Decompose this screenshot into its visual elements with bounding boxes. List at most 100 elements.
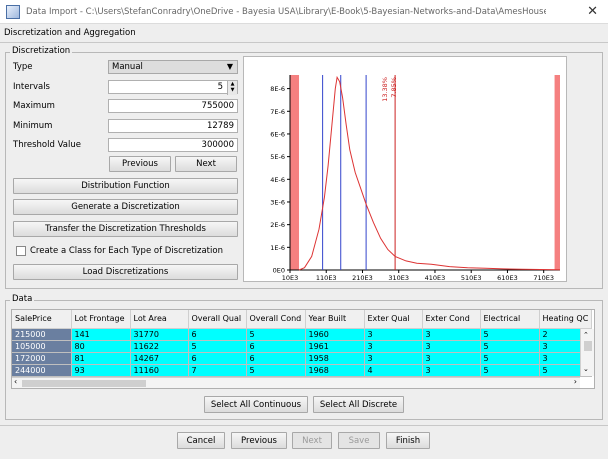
- density-curve: [298, 75, 561, 271]
- scroll-thumb[interactable]: [584, 341, 592, 351]
- table-cell[interactable]: 5: [480, 340, 540, 353]
- next-button[interactable]: Next: [292, 432, 332, 449]
- x-tick-label: 310E3: [388, 274, 409, 281]
- table-cell[interactable]: 1960: [305, 328, 365, 341]
- table-cell[interactable]: 6: [246, 340, 306, 353]
- y-tick-label: 4E-6: [270, 176, 285, 184]
- column-header[interactable]: Overall Cond: [246, 310, 306, 329]
- y-tick-label: 2E-6: [270, 221, 285, 229]
- table-cell[interactable]: 215000: [12, 328, 72, 341]
- scroll-left-icon[interactable]: ‹: [14, 377, 17, 386]
- minimum-field[interactable]: 12789: [108, 119, 238, 133]
- column-header[interactable]: Exter Qual: [364, 310, 423, 329]
- table-cell[interactable]: 3: [422, 340, 481, 353]
- table-cell[interactable]: 3: [422, 328, 481, 341]
- table-cell[interactable]: 1968: [305, 364, 365, 377]
- table-row[interactable]: 244000 93 11160 7 5 1968 4 3 5 5: [12, 364, 593, 377]
- table-row[interactable]: 172000 81 14267 6 6 1958 3 3 5 3: [12, 352, 593, 365]
- type-select-value: Manual: [112, 62, 143, 72]
- distribution-chart: 0E0 1E-6 2E-6 3E-6 4E-6 5E-6 6E-6 7E-6 8E-6 10E3 1…: [243, 56, 567, 282]
- column-header[interactable]: Exter Cond: [422, 310, 481, 329]
- table-cell[interactable]: 93: [71, 364, 131, 377]
- table-cell[interactable]: 5: [188, 340, 247, 353]
- table-cell[interactable]: 105000: [12, 340, 72, 353]
- column-header[interactable]: SalePrice: [12, 310, 72, 329]
- column-header[interactable]: Overall Qual: [188, 310, 247, 329]
- scroll-down-icon[interactable]: ⌄: [583, 365, 589, 373]
- threshold-field[interactable]: 300000: [108, 138, 238, 152]
- table-cell[interactable]: 11160: [130, 364, 189, 377]
- data-table: SalePrice Lot Frontage Lot Area Overall Qua…: [12, 310, 593, 377]
- page-subtitle: Discretization and Aggregation: [4, 28, 136, 38]
- table-cell[interactable]: 31770: [130, 328, 189, 341]
- distribution-function-button[interactable]: Distribution Function: [13, 178, 238, 194]
- table-cell[interactable]: 244000: [12, 364, 72, 377]
- column-header[interactable]: Heating QC: [539, 310, 593, 329]
- column-header[interactable]: Lot Area: [130, 310, 189, 329]
- table-cell[interactable]: 6: [188, 328, 247, 341]
- type-select[interactable]: Manual ▼: [108, 60, 238, 74]
- table-row[interactable]: 215000 141 31770 6 5 1960 3 3 5 2: [12, 328, 593, 341]
- scroll-right-icon[interactable]: ›: [574, 377, 577, 386]
- table-row[interactable]: 105000 80 11622 5 6 1961 3 3 5 3: [12, 340, 593, 353]
- column-header[interactable]: Year Built: [305, 310, 365, 329]
- table-cell[interactable]: 3: [422, 364, 481, 377]
- table-cell[interactable]: 81: [71, 352, 131, 365]
- generate-discretization-button[interactable]: Generate a Discretization: [13, 199, 238, 215]
- column-header[interactable]: Lot Frontage: [71, 310, 131, 329]
- maximum-field[interactable]: 755000: [108, 99, 238, 113]
- maximum-label: Maximum: [13, 101, 55, 111]
- save-button[interactable]: Save: [338, 432, 380, 449]
- next-threshold-button[interactable]: Next: [175, 156, 237, 172]
- table-horizontal-scrollbar[interactable]: ‹ ›: [12, 377, 580, 388]
- finish-button[interactable]: Finish: [386, 432, 430, 449]
- table-cell[interactable]: 11622: [130, 340, 189, 353]
- intervals-stepper[interactable]: 5 ▲ ▼: [108, 80, 238, 95]
- y-tick-label: 8E-6: [270, 85, 285, 93]
- x-tick-label: 610E3: [497, 274, 518, 281]
- x-tick-label: 10E3: [282, 274, 299, 281]
- previous-threshold-button[interactable]: Previous: [109, 156, 171, 172]
- table-cell[interactable]: 3: [364, 328, 423, 341]
- table-cell[interactable]: 172000: [12, 352, 72, 365]
- select-all-discrete-button[interactable]: Select All Discrete: [313, 396, 404, 413]
- excluded-range: [290, 75, 300, 270]
- select-all-continuous-button[interactable]: Select All Continuous: [204, 396, 308, 413]
- intervals-label: Intervals: [13, 82, 50, 92]
- table-cell[interactable]: 3: [422, 352, 481, 365]
- data-legend: Data: [10, 294, 35, 304]
- y-tick-label: 7E-6: [270, 108, 285, 116]
- transfer-thresholds-button[interactable]: Transfer the Discretization Thresholds: [13, 221, 238, 237]
- table-cell[interactable]: 4: [364, 364, 423, 377]
- table-cell[interactable]: 5: [480, 352, 540, 365]
- minimum-label: Minimum: [13, 121, 53, 131]
- table-cell[interactable]: 5: [480, 364, 540, 377]
- table-cell[interactable]: 5: [246, 364, 306, 377]
- table-cell[interactable]: 1961: [305, 340, 365, 353]
- previous-button[interactable]: Previous: [231, 432, 287, 449]
- spinner-arrows-icon[interactable]: ▲ ▼: [227, 81, 237, 95]
- table-cell[interactable]: 1958: [305, 352, 365, 365]
- x-tick-label: 210E3: [352, 274, 373, 281]
- scroll-thumb-horizontal[interactable]: [22, 380, 146, 387]
- table-cell[interactable]: 141: [71, 328, 131, 341]
- table-cell[interactable]: 6: [188, 352, 247, 365]
- y-tick-label: 6E-6: [270, 130, 285, 138]
- table-cell[interactable]: 14267: [130, 352, 189, 365]
- column-header[interactable]: Electrical: [480, 310, 540, 329]
- table-cell[interactable]: 3: [364, 340, 423, 353]
- table-cell[interactable]: 3: [364, 352, 423, 365]
- table-cell[interactable]: 7: [188, 364, 247, 377]
- scroll-up-icon[interactable]: ⌃: [583, 331, 589, 339]
- create-class-checkbox[interactable]: [16, 246, 26, 256]
- table-cell[interactable]: 80: [71, 340, 131, 353]
- table-cell[interactable]: 5: [246, 328, 306, 341]
- divider: [0, 42, 608, 43]
- threshold-annotation: 13.38%: [381, 77, 389, 102]
- close-icon[interactable]: ✕: [587, 4, 598, 19]
- table-vertical-scrollbar[interactable]: ⌃ ⌄: [580, 329, 594, 376]
- cancel-button[interactable]: Cancel: [177, 432, 225, 449]
- table-cell[interactable]: 6: [246, 352, 306, 365]
- load-discretizations-button[interactable]: Load Discretizations: [13, 264, 238, 280]
- table-cell[interactable]: 5: [480, 328, 540, 341]
